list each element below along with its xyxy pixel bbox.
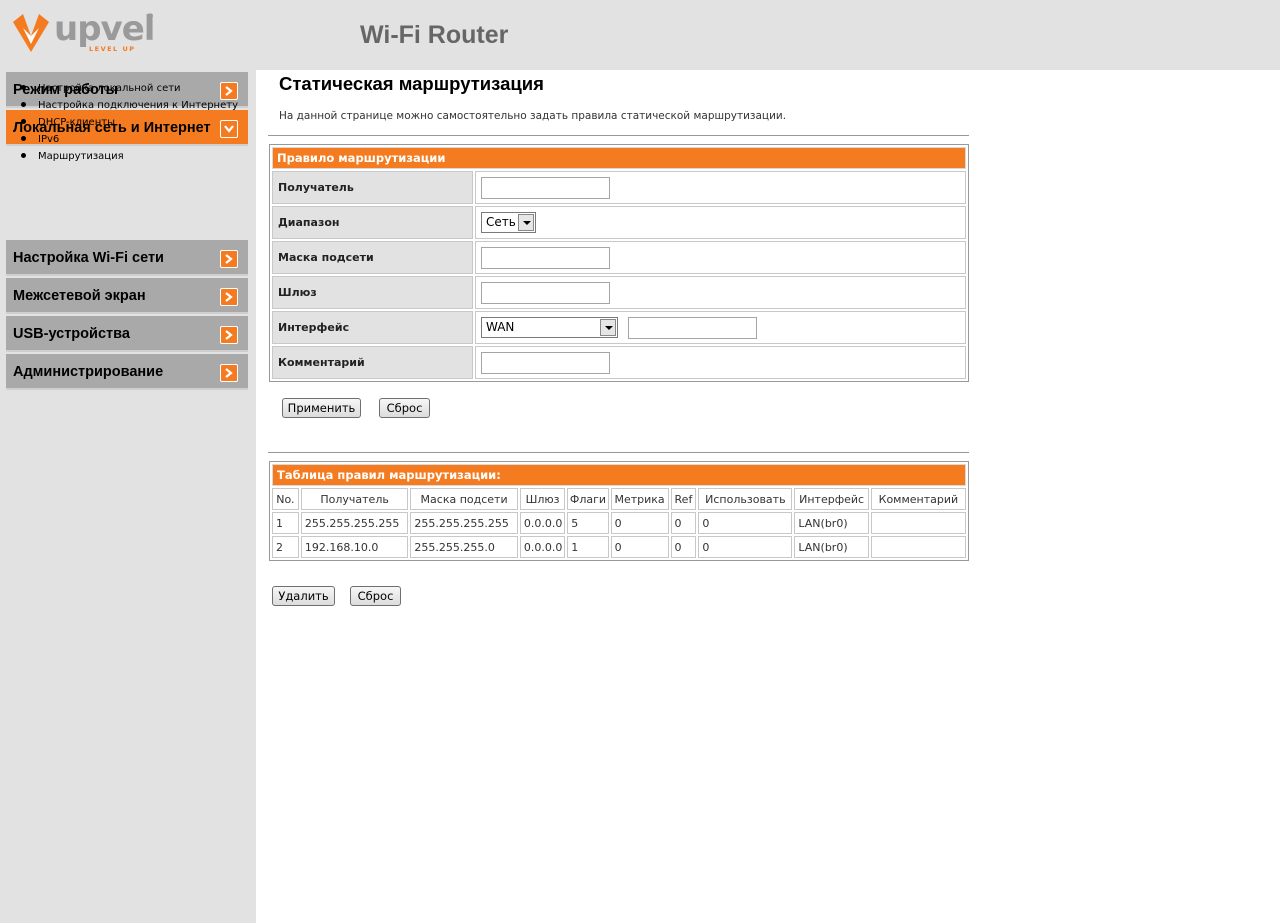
gateway-input[interactable] <box>481 281 610 304</box>
apply-button[interactable]: Применить <box>282 398 361 418</box>
table-cell: 0.0.0.0 <box>519 512 566 534</box>
table-cell: 0 <box>670 512 697 534</box>
table-cell: 1 <box>272 512 299 534</box>
sidebar-item-label: USB-устройства <box>13 326 130 342</box>
table-row[interactable]: 1 255.255.255.255 255.255.255.255 0.0.0.… <box>272 512 966 534</box>
table-cell: 255.255.255.0 <box>410 536 518 558</box>
table-row[interactable]: 2 192.168.10.0 255.255.255.0 0.0.0.0 1 0… <box>272 536 966 558</box>
section-heading: Таблица правил маршрутизации: <box>272 464 966 486</box>
interface-select-value: WAN <box>486 320 515 334</box>
sidebar <box>0 70 256 923</box>
table-cell: 0 <box>610 512 669 534</box>
sidebar-item-wifi-settings[interactable]: Настройка Wi-Fi сети <box>6 240 248 276</box>
table-cell: 0.0.0.0 <box>519 536 566 558</box>
range-select-value: Сеть <box>486 215 516 229</box>
table-cell: 2 <box>272 536 299 558</box>
routing-rule-form: Правило маршрутизации Получатель Диапазо… <box>269 144 969 382</box>
app-title: Wi-Fi Router <box>360 21 509 49</box>
table-cell: 0 <box>698 512 793 534</box>
interface-select[interactable]: WAN <box>481 317 618 338</box>
bullet-icon <box>21 153 26 158</box>
page-description: На данной странице можно самостоятельно … <box>279 110 787 122</box>
chevron-down-icon[interactable] <box>600 319 616 336</box>
sidebar-item-usb-devices[interactable]: USB-устройства <box>6 316 248 352</box>
page-title: Статическая маршрутизация <box>279 73 544 94</box>
chevron-right-icon[interactable] <box>220 326 238 344</box>
routing-table: Таблица правил маршрутизации: No. Получа… <box>269 461 969 561</box>
chevron-right-icon[interactable] <box>220 364 238 382</box>
column-header: Метрика <box>610 488 669 510</box>
gateway-label: Шлюз <box>272 276 473 309</box>
bullet-icon <box>21 119 26 124</box>
table-cell: 0 <box>670 536 697 558</box>
upvel-logo-mark-icon <box>13 14 49 52</box>
logo-registered-mark: ® <box>146 12 154 21</box>
bullet-icon <box>21 136 26 141</box>
table-cell: 192.168.10.0 <box>300 536 409 558</box>
divider <box>268 452 969 454</box>
column-header: Ref <box>670 488 697 510</box>
reset-table-button[interactable]: Сброс <box>350 586 401 606</box>
sidebar-item-firewall[interactable]: Межсетевой экран <box>6 278 248 314</box>
logo-tagline: LEVEL UP <box>89 45 136 53</box>
range-select[interactable]: Сеть <box>481 212 536 233</box>
chevron-right-icon[interactable] <box>220 288 238 306</box>
comment-input[interactable] <box>481 351 610 374</box>
bullet-icon <box>21 85 26 90</box>
upvel-logo[interactable]: upvel ® LEVEL UP <box>11 9 161 56</box>
section-heading: Правило маршрутизации <box>272 147 966 169</box>
sidebar-item-label: Межсетевой экран <box>13 288 146 304</box>
destination-label: Получатель <box>272 171 473 204</box>
table-cell <box>870 512 966 534</box>
range-label: Диапазон <box>272 206 473 239</box>
interface-extra-input[interactable] <box>628 316 758 339</box>
column-header: Маска подсети <box>410 488 518 510</box>
table-cell: 1 <box>567 536 609 558</box>
table-cell: LAN(br0) <box>794 536 869 558</box>
table-cell: 5 <box>567 512 609 534</box>
column-header: Флаги <box>567 488 609 510</box>
submenu-item-dhcp-clients[interactable]: DHCP-клиенты <box>20 116 238 133</box>
table-header-row: No. Получатель Маска подсети Шлюз Флаги … <box>272 488 966 510</box>
column-header: No. <box>272 488 299 510</box>
table-cell: 0 <box>610 536 669 558</box>
reset-form-button[interactable]: Сброс <box>379 398 430 418</box>
netmask-label: Маска подсети <box>272 241 473 274</box>
submenu-item-routing[interactable]: Маршрутизация <box>20 150 238 167</box>
column-header: Комментарий <box>870 488 966 510</box>
column-header: Интерфейс <box>794 488 869 510</box>
column-header: Использовать <box>698 488 793 510</box>
sidebar-item-label: Настройка Wi-Fi сети <box>13 250 164 266</box>
sidebar-submenu: Настройка локальной сети Настройка подкл… <box>20 82 238 167</box>
table-cell: LAN(br0) <box>794 512 869 534</box>
netmask-input[interactable] <box>481 246 610 269</box>
bullet-icon <box>21 102 26 107</box>
destination-input[interactable] <box>481 176 610 199</box>
delete-button[interactable]: Удалить <box>272 586 335 606</box>
column-header: Шлюз <box>519 488 566 510</box>
comment-label: Комментарий <box>272 346 473 379</box>
column-header: Получатель <box>300 488 409 510</box>
chevron-right-icon[interactable] <box>220 250 238 268</box>
submenu-item-ipv6[interactable]: IPv6 <box>20 133 238 150</box>
table-cell: 255.255.255.255 <box>300 512 409 534</box>
table-cell <box>870 536 966 558</box>
submenu-item-lan-settings[interactable]: Настройка локальной сети <box>20 82 238 99</box>
sidebar-item-administration[interactable]: Администрирование <box>6 354 248 390</box>
sidebar-item-label: Администрирование <box>13 364 164 380</box>
interface-label: Интерфейс <box>272 311 473 344</box>
submenu-item-internet-connection[interactable]: Настройка подключения к Интернету <box>20 99 238 116</box>
table-cell: 0 <box>698 536 793 558</box>
chevron-down-icon[interactable] <box>518 214 534 231</box>
logo-wordmark: upvel <box>54 9 155 49</box>
table-cell: 255.255.255.255 <box>410 512 518 534</box>
divider <box>268 135 969 137</box>
header-bar: upvel ® LEVEL UP Wi-Fi Router <box>0 0 1280 70</box>
